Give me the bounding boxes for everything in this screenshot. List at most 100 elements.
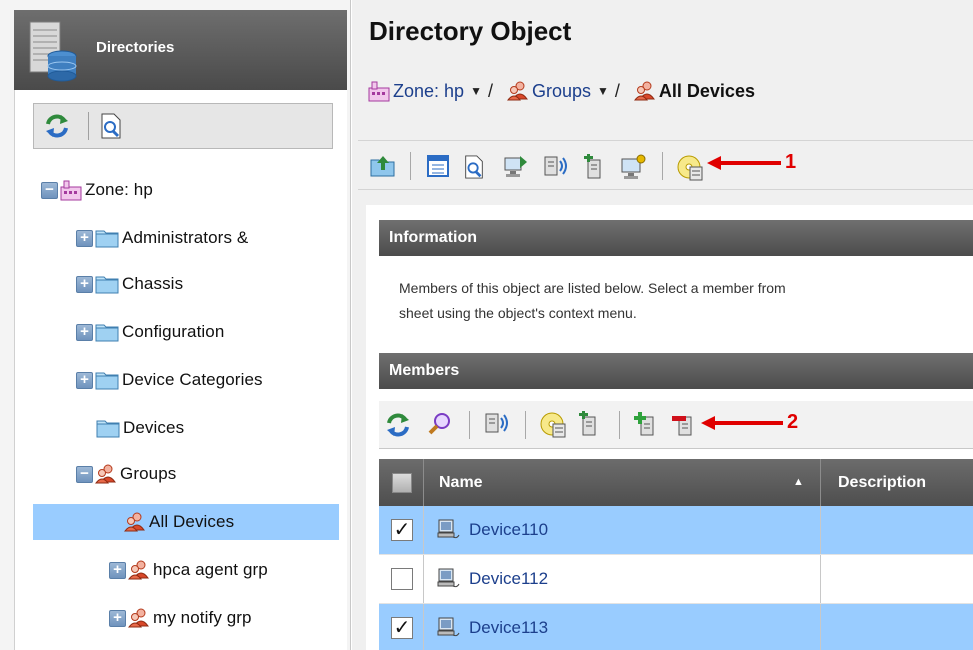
device-link[interactable]: Device112 <box>469 569 548 589</box>
breadcrumb-separator: / <box>487 80 493 101</box>
column-header-description[interactable]: Description <box>822 459 973 506</box>
table-header: Name ▲ Description <box>379 459 973 506</box>
cd-policy-icon[interactable] <box>676 154 704 182</box>
computer-icon <box>437 617 461 639</box>
annotation-arrow-1: 1 <box>707 151 796 174</box>
device-link[interactable]: Device113 <box>469 618 548 638</box>
row-checkbox[interactable]: ✓ <box>391 519 413 541</box>
breadcrumb-separator: / <box>614 80 620 101</box>
zone-building-icon <box>368 80 390 102</box>
column-label: Name <box>439 474 483 491</box>
tree-item-label: All Devices <box>149 512 235 531</box>
annotation-number: 2 <box>787 411 799 433</box>
properties-sheet-icon[interactable] <box>426 154 450 178</box>
chevron-down-icon[interactable]: ▼ <box>470 84 482 98</box>
refresh-icon[interactable] <box>43 112 71 140</box>
toolbar-separator <box>88 112 89 140</box>
table-row[interactable]: Device112 <box>379 555 973 604</box>
computer-settings-icon[interactable] <box>620 154 646 180</box>
remove-member-icon[interactable] <box>671 411 697 437</box>
refresh-icon[interactable] <box>384 411 412 439</box>
directories-title: Directories <box>96 39 175 56</box>
computer-signal-icon[interactable] <box>542 154 570 178</box>
information-text: Members of this object are listed below.… <box>399 276 973 326</box>
tree-item-label: my notify grp <box>153 608 252 627</box>
folder-icon <box>95 370 119 390</box>
expand-icon[interactable]: + <box>76 229 93 247</box>
expand-icon[interactable]: + <box>109 561 126 579</box>
document-preview-icon[interactable] <box>98 112 124 140</box>
sort-ascending-icon[interactable]: ▲ <box>793 459 804 506</box>
group-icon <box>633 81 656 101</box>
group-icon <box>128 608 150 628</box>
information-line: Members of this object are listed below.… <box>399 280 786 296</box>
select-all-cell[interactable] <box>379 459 424 506</box>
tree-item-label: Zone: hp <box>85 180 153 199</box>
folder-icon <box>95 322 119 342</box>
page-title: Directory Object <box>369 16 572 46</box>
toolbar-separator <box>410 152 411 180</box>
table-row[interactable]: ✓ Device110 <box>379 506 973 555</box>
row-checkbox[interactable] <box>391 568 413 590</box>
tree-item-configuration[interactable]: + Configuration <box>76 314 224 350</box>
select-all-checkbox[interactable] <box>392 473 412 493</box>
computer-export-icon[interactable] <box>502 154 528 178</box>
tree-item-zone-hp[interactable]: − Zone: hp <box>41 172 153 208</box>
group-icon <box>95 464 117 484</box>
tree-item-label: Devices <box>123 418 185 437</box>
cd-policy-icon[interactable] <box>539 411 567 439</box>
computer-signal-icon[interactable] <box>483 411 511 435</box>
folder-icon <box>95 228 119 248</box>
row-check-cell: ✓ <box>379 506 424 554</box>
expand-icon[interactable]: + <box>76 275 93 293</box>
column-header-name[interactable]: Name ▲ <box>425 459 821 506</box>
breadcrumb: Zone: hp ▼ / Groups ▼ / All Devices <box>368 80 755 102</box>
folder-up-icon[interactable] <box>370 154 396 178</box>
add-member-icon[interactable] <box>633 411 659 437</box>
tree-item-chassis[interactable]: + Chassis <box>76 266 183 302</box>
tree-item-label: Chassis <box>122 274 184 293</box>
row-name-cell: Device113 <box>425 604 821 650</box>
breadcrumb-all-devices: All Devices <box>633 81 755 102</box>
members-toolbar: 2 <box>379 401 973 449</box>
toolbar-separator <box>525 411 526 439</box>
breadcrumb-zone[interactable]: Zone: hp ▼ <box>368 80 482 102</box>
folder-icon <box>95 274 119 294</box>
tree-item-all-devices[interactable]: All Devices <box>33 504 339 540</box>
database-server-icon <box>28 20 78 82</box>
folder-icon <box>96 418 120 438</box>
group-icon <box>506 81 529 101</box>
document-preview-icon[interactable] <box>462 154 486 180</box>
device-link[interactable]: Device110 <box>469 520 548 540</box>
information-header: Information <box>379 220 973 256</box>
tree-item-groups[interactable]: − Groups <box>76 456 176 492</box>
tree-item-label: Groups <box>120 464 177 483</box>
tree-item-my-notify-grp[interactable]: + my notify grp <box>109 600 252 636</box>
expand-icon[interactable]: + <box>76 371 93 389</box>
tree-item-label: Configuration <box>122 322 225 341</box>
content-area: Information Members of this object are l… <box>366 205 973 650</box>
directories-tree-pane: − Zone: hp + Administrators & + Chassis … <box>14 90 347 650</box>
toolbar-separator <box>469 411 470 439</box>
tree-item-label: Administrators & <box>122 228 249 247</box>
computer-add-icon[interactable] <box>577 411 603 437</box>
expand-icon[interactable]: + <box>76 323 93 341</box>
tree-item-devices[interactable]: Devices <box>96 410 184 446</box>
tree-item-hpca-agent-grp[interactable]: + hpca agent grp <box>109 552 268 588</box>
search-icon[interactable] <box>427 411 453 437</box>
expand-icon[interactable]: + <box>109 609 126 627</box>
chevron-down-icon[interactable]: ▼ <box>597 84 609 98</box>
computer-add-icon[interactable] <box>582 154 608 180</box>
tree-item-administrators[interactable]: + Administrators & <box>76 220 248 256</box>
tree-item-device-categories[interactable]: + Device Categories <box>76 362 338 398</box>
table-row[interactable]: ✓ Device113 <box>379 604 973 650</box>
row-checkbox[interactable]: ✓ <box>391 617 413 639</box>
toolbar-separator <box>662 152 663 180</box>
collapse-icon[interactable]: − <box>76 465 93 483</box>
members-header: Members <box>379 353 973 389</box>
collapse-icon[interactable]: − <box>41 181 58 199</box>
group-icon <box>128 560 150 580</box>
breadcrumb-groups-label: Groups <box>531 80 591 101</box>
tree-toolbar <box>33 103 333 149</box>
breadcrumb-groups[interactable]: Groups ▼ <box>506 80 609 102</box>
